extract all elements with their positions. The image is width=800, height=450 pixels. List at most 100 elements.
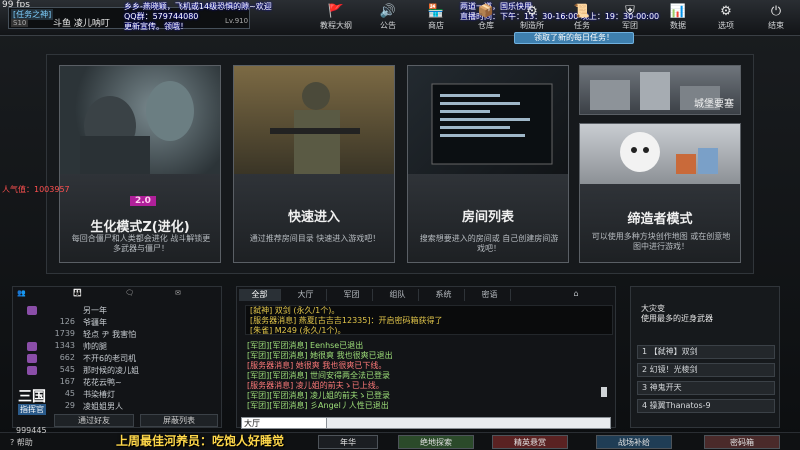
weapon-rank-item[interactable]: 4 操翼Thanatos-9 [637, 399, 775, 413]
mission-button[interactable]: 📜 任务 [564, 3, 600, 33]
friend-row[interactable]: 545 那时候的凌儿姐 [27, 365, 217, 376]
robot-icon [620, 132, 718, 174]
overlay-line: QQ群：579744080 [124, 12, 199, 21]
announcement-button[interactable]: 🔊 公告 [370, 3, 406, 33]
friend-name: 那时候的凌儿姐 [83, 366, 139, 375]
currency-amount: 999445 [16, 426, 47, 435]
help-label: 帮助 [16, 438, 33, 447]
quick-join-art [234, 66, 394, 174]
friend-name: 凌姐姐男人 [83, 402, 123, 411]
weapon-rank-item[interactable]: 1 【弑神】双剑 [637, 345, 775, 359]
chat-message: [军团][军团消息] Eenhse已退出 [247, 341, 364, 350]
stats-button[interactable]: 📊 数据 [660, 3, 696, 33]
clan-button[interactable]: ⛨ 军团 [612, 3, 648, 33]
mode-card-creator[interactable]: 缔造者模式 可以使用多种方块创作地图 或在创意地图中进行游戏！ [579, 123, 741, 263]
weapon-rank-item[interactable]: 2 幻镜！光棱剑 [637, 363, 775, 377]
friend-number: 545 [59, 365, 75, 374]
help-button[interactable]: ? 帮助 [10, 437, 33, 448]
battleground-button[interactable]: 绝地探索 [398, 435, 474, 449]
tab-chat-clan[interactable]: 军团 [331, 289, 373, 301]
crafting-button[interactable]: ⚙ 制造所 [514, 3, 550, 33]
friend-row[interactable]: 662 不开6的老司机 [27, 353, 217, 364]
chat-message: [军团][军团消息] 她很爽 我也很爽已退出 [247, 351, 393, 360]
code-box-button[interactable]: 密码箱 [704, 435, 780, 449]
power-icon: ⏻ [770, 4, 782, 19]
room-list-art [408, 66, 568, 174]
tutorial-button[interactable]: 🚩 教程大纲 [318, 3, 354, 33]
block-list-button[interactable]: 屏蔽列表 [140, 414, 218, 427]
friend-name: 轻点 ヂ 我害怕 [83, 330, 137, 339]
tab-clan[interactable]: 👪 [73, 289, 107, 300]
tutorial-label: 教程大纲 [320, 21, 352, 30]
mode-title: 房间列表 [461, 210, 514, 225]
friend-row[interactable]: 29 凌姐姐男人 [31, 401, 217, 412]
chat-message: [军团][军团消息] 世间安得两全法已登录 [247, 371, 391, 380]
system-message: [朱雀] M249 (永久/1个)。 [250, 326, 346, 335]
soldiers-art-icon [80, 81, 194, 174]
gear-icon: ⚙ [526, 4, 538, 19]
zombie-mode-art [60, 66, 220, 174]
supply-button[interactable]: 战场补给 [596, 435, 672, 449]
exit-button[interactable]: ⏻ 结束 [758, 3, 794, 33]
shop-label: 商店 [428, 21, 444, 30]
friend-number: 1343 [54, 341, 75, 350]
tab-chat-system[interactable]: 系统 [423, 289, 465, 301]
tab-mail[interactable]: ✉ [175, 289, 209, 300]
runner-icon [27, 306, 37, 315]
mode-title: 生化模式Z(进化) [90, 220, 190, 235]
mode-title: 快速进入 [287, 210, 340, 225]
chat-panel: 全部 大厅 军团 组队 系统 密语 ⌂ [弑神] 双剑 (永久/1个)。 [服务… [236, 286, 616, 429]
settings-icon: ⚙ [720, 4, 732, 19]
stream-overlay-left: 乡乡-燕晓颖，飞机或14级恐惧的隙~欢迎 QQ群：579744080 更新宣传。… [124, 2, 272, 32]
friend-name: 另一年 [83, 306, 107, 315]
mode-card-room-list[interactable]: 房间列表 搜索想要进入的房间或 自己创建房间游戏吧！ [407, 65, 569, 263]
friend-row[interactable]: 45 书染椿灯 [31, 389, 217, 400]
mode-card-quick-join[interactable]: 快速进入 通过推荐房间目录 快速进入游戏吧！ [233, 65, 395, 263]
friend-row[interactable]: 1739 轻点 ヂ 我害怕 [31, 329, 217, 340]
mode-description: 每回合僵尸和人类都会进化 战斗解锁更多武器与僵尸！ [71, 234, 211, 253]
tab-chat-whisper[interactable]: 密语 [469, 289, 511, 301]
creator-mode-art [580, 124, 740, 184]
tab-chat-all[interactable]: 全部 [239, 289, 281, 301]
inventory-button[interactable]: 📦 仓库 [468, 3, 504, 33]
popularity-counter: 人气值：1003957 [2, 185, 70, 194]
clan-tag: 三国 [18, 389, 46, 405]
friend-row[interactable]: 1343 帅的腿 [27, 341, 217, 352]
chat-message: [军团][军团消息] 彡Angel丿人性已退出 [247, 401, 389, 410]
inventory-label: 仓库 [478, 21, 494, 30]
scroll-icon: 📜 [573, 4, 591, 19]
mode-card-zombie[interactable]: 2.0 生化模式Z(进化) 每回合僵尸和人类都会进化 战斗解锁更多武器与僵尸！ [59, 65, 221, 263]
commander-tag: 指挥官 [18, 404, 46, 415]
tab-chat-settings[interactable]: ⌂ [555, 289, 597, 301]
event-button[interactable]: 年华 [318, 435, 378, 449]
shop-button[interactable]: 🏪 商店 [418, 3, 454, 33]
ranking-subtitle: 使用最多的近身武器 [641, 314, 713, 323]
chat-scrollbar[interactable] [601, 387, 607, 397]
player-name: 斗鱼 凌儿呐叮 [53, 19, 110, 29]
friend-row[interactable]: 另一年 [27, 305, 217, 316]
exit-label: 结束 [768, 21, 784, 30]
friend-row[interactable]: 126 爷疆年 [31, 317, 217, 328]
daily-mission-notice[interactable]: 领取了新的每日任务！ [514, 32, 634, 44]
mode-description: 通过推荐房间目录 快速进入游戏吧！ [249, 234, 381, 243]
friend-row[interactable]: 167 花花云鸭~ [31, 377, 217, 388]
elite-bounty-button[interactable]: 精英悬赏 [492, 435, 568, 449]
add-friend-button[interactable]: 通过好友 [54, 414, 134, 427]
tab-chat-lobby[interactable]: 大厅 [285, 289, 327, 301]
help-icon: ? [10, 438, 15, 447]
tab-group[interactable]: 🗨 [125, 289, 159, 300]
chat-channel-select[interactable]: 大厅 [241, 417, 327, 429]
mode-title: 缔造者模式 [627, 212, 693, 227]
top-bar: 99 fps [任务之神] S10 斗鱼 凌儿呐叮 Lv.910 乡乡-燕晓颖，… [0, 0, 800, 36]
overlay-line: 乡乡-燕晓颖，飞机或14级恐惧的隙~欢迎 [124, 2, 272, 11]
options-button[interactable]: ⚙ 选项 [708, 3, 744, 33]
weapon-rank-item[interactable]: 3 神鬼开天 [637, 381, 775, 395]
shield-icon: ⛨ [625, 4, 635, 19]
player-server-tag: S10 [11, 19, 29, 27]
speaker-icon: 🔊 [379, 4, 397, 19]
soldier-icon [270, 82, 360, 174]
mode-card-castle[interactable]: 城堡要塞 [579, 65, 741, 115]
chat-message: [服务器消息] 她很爽 我也很爽已下线。 [247, 361, 387, 370]
tab-friends[interactable]: 👥 [17, 289, 51, 300]
tab-chat-team[interactable]: 组队 [377, 289, 419, 301]
